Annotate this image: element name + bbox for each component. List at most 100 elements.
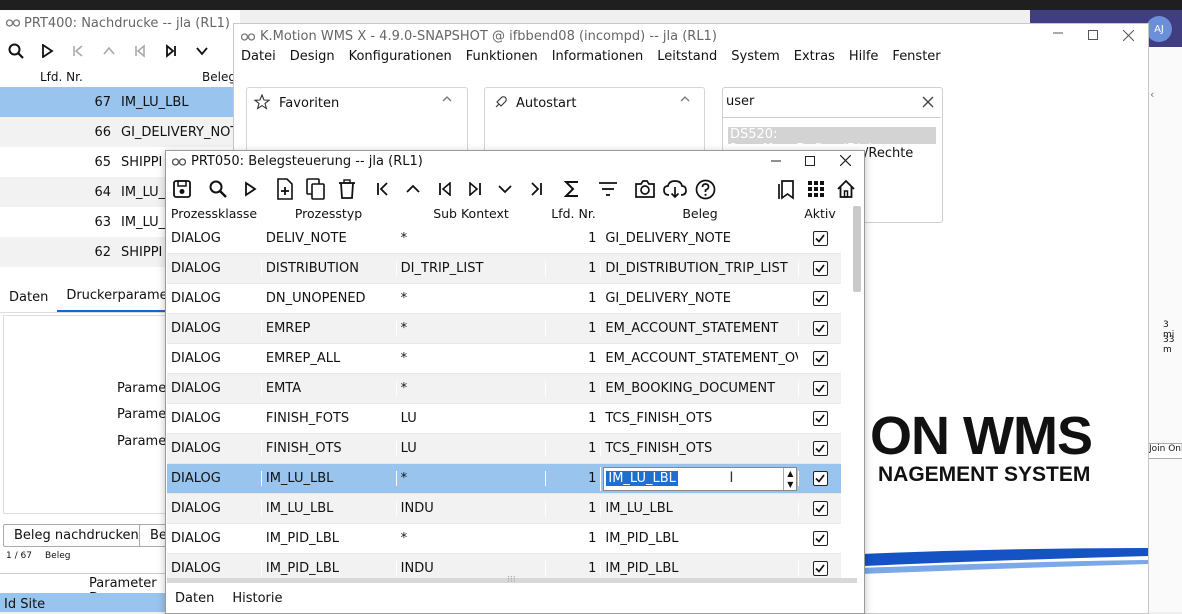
search-icon[interactable] xyxy=(208,179,228,199)
menu-hilfe[interactable]: Hilfe xyxy=(842,49,886,71)
aktiv-checkbox[interactable] xyxy=(812,231,828,246)
aktiv-checkbox[interactable] xyxy=(812,411,828,426)
menu-leitstand[interactable]: Leitstand xyxy=(650,49,724,71)
bookmarks-icon[interactable] xyxy=(776,178,796,200)
down-icon[interactable] xyxy=(186,36,217,66)
prev-record-icon[interactable] xyxy=(437,182,453,196)
tab-daten[interactable]: Daten xyxy=(0,290,57,312)
menu-extras[interactable]: Extras xyxy=(787,49,842,71)
cell-lfdnr[interactable]: 1 xyxy=(545,441,600,456)
cell-subkontext[interactable]: INDU xyxy=(395,561,546,576)
cell-subkontext[interactable]: * xyxy=(395,291,546,306)
cell-subkontext[interactable]: * xyxy=(395,351,546,366)
filter-icon[interactable] xyxy=(598,181,618,197)
cell-prozesstyp[interactable]: IM_LU_LBL xyxy=(260,501,396,516)
play-icon[interactable] xyxy=(31,36,62,66)
search-result-item[interactable]: DS520: OpenUserDefinedDialog xyxy=(728,127,936,157)
cell-prozessklasse[interactable]: DIALOG xyxy=(167,291,261,306)
play-icon[interactable] xyxy=(242,181,258,197)
col-header-lfd[interactable]: Lfd. Nr. xyxy=(40,70,83,84)
close-icon[interactable] xyxy=(840,155,851,166)
home-icon[interactable] xyxy=(836,179,856,199)
idsite-row[interactable]: Id Site xyxy=(0,593,170,612)
menu-datei[interactable]: Datei xyxy=(234,49,283,71)
search-icon[interactable] xyxy=(0,36,31,66)
cell-beleg[interactable]: TCS_FINISH_OTS xyxy=(600,411,798,426)
up-icon[interactable] xyxy=(93,36,124,66)
col-header-beleg[interactable]: Beleg xyxy=(601,206,799,226)
table-row[interactable]: DIALOG FINISH_OTS LU 1 TCS_FINISH_OTS xyxy=(167,434,841,464)
cell-beleg[interactable]: IM_LU_LBL I ▲ ▼ xyxy=(600,466,798,491)
join-online-button[interactable]: Join Onl xyxy=(1148,443,1182,459)
cloud-download-icon[interactable] xyxy=(663,179,687,199)
drag-handle-icon[interactable]: ⁝⁝⁝ xyxy=(507,575,516,585)
menu-konfigurationen[interactable]: Konfigurationen xyxy=(342,49,459,71)
camera-icon[interactable] xyxy=(634,179,656,199)
cell-beleg[interactable]: TCS_FINISH_OTS xyxy=(600,441,798,456)
aktiv-checkbox[interactable] xyxy=(812,291,828,306)
cell-prozessklasse[interactable]: DIALOG xyxy=(167,411,261,426)
col-header-beleg[interactable]: Beleg xyxy=(202,70,236,84)
table-row[interactable]: 66 GI_DELIVERY_NOT xyxy=(0,117,240,147)
tab-historie[interactable]: Historie xyxy=(223,591,291,606)
cell-prozesstyp[interactable]: DN_UNOPENED xyxy=(260,291,396,306)
down-icon[interactable] xyxy=(497,182,513,196)
cell-subkontext[interactable]: * xyxy=(395,471,546,486)
table-row[interactable]: DIALOG DN_UNOPENED * 1 GI_DELIVERY_NOTE xyxy=(167,284,841,314)
maximize-icon[interactable] xyxy=(1088,30,1098,40)
aktiv-checkbox[interactable] xyxy=(812,471,828,486)
cell-lfdnr[interactable]: 1 xyxy=(545,501,600,516)
aktiv-checkbox[interactable] xyxy=(812,261,828,276)
vertical-scrollbar[interactable] xyxy=(853,206,861,292)
table-row[interactable]: DIALOG IM_PID_LBL INDU 1 IM_PID_LBL xyxy=(167,554,841,578)
cell-beleg[interactable]: IM_LU_LBL xyxy=(600,501,798,516)
cell-beleg[interactable]: EM_ACCOUNT_STATEMENT xyxy=(600,321,798,336)
aktiv-checkbox[interactable] xyxy=(812,351,828,366)
first-icon[interactable] xyxy=(375,182,391,196)
beleg-edit-field[interactable]: IM_LU_LBL I ▲ ▼ xyxy=(603,466,798,491)
table-row[interactable]: DIALOG IM_LU_LBL INDU 1 IM_LU_LBL xyxy=(167,494,841,524)
cell-prozesstyp[interactable]: IM_PID_LBL xyxy=(260,531,396,546)
cell-prozesstyp[interactable]: DELIV_NOTE xyxy=(260,231,396,246)
table-row[interactable]: DIALOG IM_LU_LBL * 1 IM_LU_LBL I ▲ ▼ xyxy=(167,464,841,494)
cell-beleg[interactable]: GI_DELIVERY_NOTE xyxy=(600,231,798,246)
cell-beleg[interactable]: IM_PID_LBL xyxy=(600,531,798,546)
table-row[interactable]: DIALOG IM_PID_LBL * 1 IM_PID_LBL xyxy=(167,524,841,554)
cell-lfdnr[interactable]: 1 xyxy=(545,381,600,396)
col-header-lfdnr[interactable]: Lfd. Nr. xyxy=(546,206,601,226)
cell-prozessklasse[interactable]: DIALOG xyxy=(167,441,261,456)
cell-lfdnr[interactable]: 1 xyxy=(545,351,600,366)
col-header-aktiv[interactable]: Aktiv xyxy=(799,206,841,226)
clear-search-icon[interactable] xyxy=(922,96,934,108)
cell-subkontext[interactable]: * xyxy=(395,531,546,546)
aktiv-checkbox[interactable] xyxy=(812,531,828,546)
avatar[interactable]: AJ xyxy=(1146,16,1172,42)
cell-beleg[interactable]: GI_DELIVERY_NOTE xyxy=(600,291,798,306)
table-row[interactable]: 67 IM_LU_LBL xyxy=(0,87,240,117)
aktiv-checkbox[interactable] xyxy=(812,381,828,396)
search-result-2[interactable]: /Rechte xyxy=(864,146,913,161)
cell-beleg[interactable]: EM_BOOKING_DOCUMENT xyxy=(600,381,798,396)
minimize-icon[interactable] xyxy=(770,155,782,167)
cell-lfdnr[interactable]: 1 xyxy=(545,471,600,486)
maximize-icon[interactable] xyxy=(805,156,815,166)
aktiv-checkbox[interactable] xyxy=(812,501,828,516)
next-record-icon[interactable] xyxy=(155,36,186,66)
menu-design[interactable]: Design xyxy=(283,49,342,71)
cell-beleg[interactable]: DI_DISTRIBUTION_TRIP_LIST xyxy=(600,261,798,276)
cell-prozessklasse[interactable]: DIALOG xyxy=(167,531,261,546)
cell-prozesstyp[interactable]: IM_LU_LBL xyxy=(260,471,396,486)
reprint-button[interactable]: Beleg nachdrucken xyxy=(3,524,150,547)
cell-prozessklasse[interactable]: DIALOG xyxy=(167,231,261,246)
col-header-subkontext[interactable]: Sub Kontext xyxy=(396,206,546,226)
cell-prozesstyp[interactable]: EMREP xyxy=(260,321,396,336)
table-row[interactable]: DIALOG EMREP_ALL * 1 EM_ACCOUNT_STATEMENT_OV xyxy=(167,344,841,374)
cell-lfdnr[interactable]: 1 xyxy=(545,321,600,336)
cell-lfdnr[interactable]: 1 xyxy=(545,231,600,246)
menu-system[interactable]: System xyxy=(724,49,786,71)
cell-subkontext[interactable]: LU xyxy=(395,411,546,426)
cell-subkontext[interactable]: * xyxy=(395,231,546,246)
cell-prozesstyp[interactable]: DISTRIBUTION xyxy=(260,261,396,276)
cell-prozessklasse[interactable]: DIALOG xyxy=(167,381,261,396)
table-row[interactable]: DIALOG EMTA * 1 EM_BOOKING_DOCUMENT xyxy=(167,374,841,404)
